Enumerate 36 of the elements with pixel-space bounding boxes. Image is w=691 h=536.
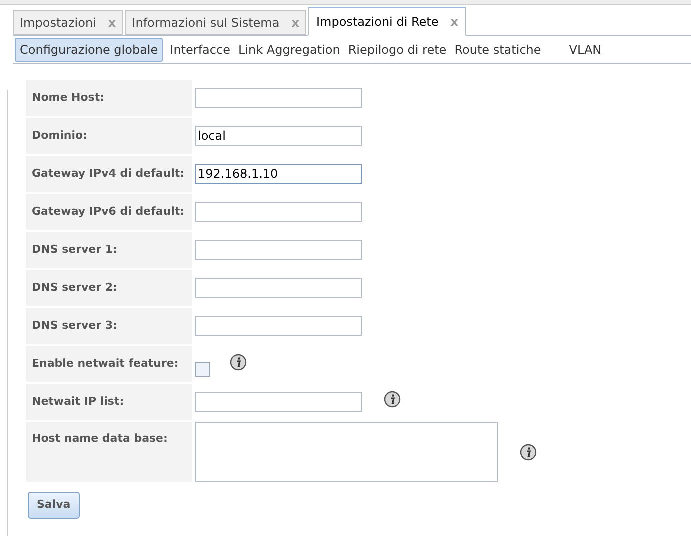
info-icon[interactable]: [230, 354, 247, 371]
subtab[interactable]: VLAN: [568, 38, 603, 60]
field-label: Dominio:: [26, 118, 192, 154]
field-label: Host name data base:: [26, 422, 192, 482]
input-field[interactable]: [195, 278, 362, 298]
checkbox[interactable]: [195, 362, 210, 377]
field-label: Netwait IP list:: [26, 384, 192, 420]
subtab[interactable]: Route statiche: [454, 38, 542, 60]
save-button[interactable]: Salva: [28, 492, 80, 519]
tab[interactable]: Impostazioni di Rete x: [308, 7, 466, 36]
subtab[interactable]: Interfacce: [169, 38, 232, 60]
subtab[interactable]: Link Aggregation: [237, 38, 342, 60]
field-label: DNS server 1:: [26, 232, 192, 268]
tab[interactable]: Impostazioni x: [13, 10, 124, 35]
field-label: Enable netwait feature:: [26, 346, 192, 382]
input-field[interactable]: [195, 240, 362, 260]
input-field[interactable]: [195, 202, 362, 222]
tab-label: Informazioni sul Sistema: [132, 14, 280, 32]
field-label: Nome Host:: [26, 80, 192, 116]
input-field[interactable]: [195, 316, 362, 336]
subtab[interactable]: Riepilogo di rete: [347, 38, 448, 60]
field-label: Gateway IPv6 di default:: [26, 194, 192, 230]
subtab[interactable]: Configurazione globale: [15, 38, 164, 62]
input-field[interactable]: [195, 88, 362, 108]
input-field[interactable]: local: [195, 126, 362, 146]
info-icon[interactable]: [384, 390, 401, 408]
tab-label: Impostazioni: [20, 14, 96, 32]
field-label: DNS server 3:: [26, 308, 192, 344]
input-field[interactable]: [195, 392, 362, 412]
info-icon[interactable]: [520, 444, 537, 460]
tab-label: Impostazioni di Rete: [316, 14, 439, 30]
input-field[interactable]: 192.168.1.10: [195, 164, 362, 184]
text-area[interactable]: [195, 422, 498, 482]
field-label: DNS server 2:: [26, 270, 192, 306]
tab[interactable]: Informazioni sul Sistema x: [125, 10, 306, 35]
field-label: Gateway IPv4 di default:: [26, 156, 192, 192]
